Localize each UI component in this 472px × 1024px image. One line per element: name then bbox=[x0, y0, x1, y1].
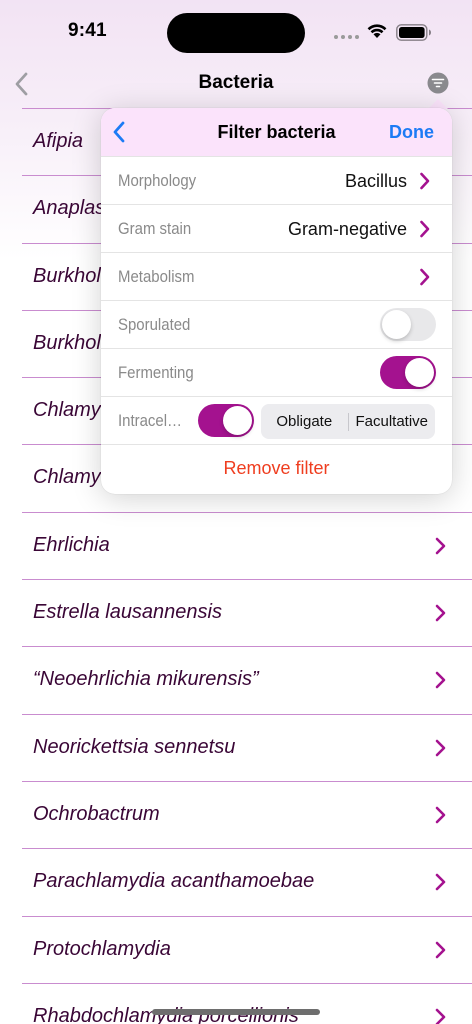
gram-stain-row[interactable]: Gram stain Gram-negative bbox=[101, 204, 452, 252]
dynamic-island bbox=[167, 13, 305, 53]
segment-facultative[interactable]: Facultative bbox=[349, 404, 436, 439]
home-indicator bbox=[152, 1009, 320, 1015]
metabolism-row[interactable]: Metabolism bbox=[101, 252, 452, 300]
list-item-label: Neorickettsia sennetsu bbox=[33, 735, 236, 758]
chevron-right-icon bbox=[435, 873, 446, 891]
chevron-right-icon bbox=[435, 806, 446, 824]
list-item[interactable]: Estrella lausannensis bbox=[22, 579, 472, 646]
chevron-right-icon bbox=[435, 941, 446, 958]
list-item[interactable]: Rhabdochlamydia porcellionis bbox=[22, 982, 472, 1024]
morphology-value: Bacillus bbox=[344, 171, 407, 191]
gram-stain-value: Gram-negative bbox=[287, 219, 407, 239]
toggle-knob bbox=[382, 310, 411, 339]
list-item[interactable]: Parachlamydia acanthamoebae bbox=[22, 848, 472, 915]
filter-icon[interactable] bbox=[427, 72, 449, 94]
toggle-knob bbox=[223, 406, 252, 435]
chevron-right-icon bbox=[435, 739, 446, 756]
status-bar: 9:41 bbox=[0, 0, 472, 64]
status-time: 9:41 bbox=[68, 20, 107, 41]
chevron-right-icon bbox=[435, 537, 446, 555]
fermenting-label: Fermenting bbox=[118, 363, 194, 382]
fermenting-row: Fermenting bbox=[101, 348, 452, 396]
morphology-label: Morphology bbox=[118, 171, 197, 190]
intracellular-toggle[interactable] bbox=[198, 404, 254, 437]
chevron-right-icon bbox=[420, 268, 430, 286]
list-item-label: “Neoehrlichia mikurensis” bbox=[33, 668, 259, 691]
metabolism-label: Metabolism bbox=[118, 267, 195, 286]
sporulated-label: Sporulated bbox=[118, 315, 191, 334]
intracellular-label: Intracel… bbox=[118, 411, 183, 430]
intracellular-row: Intracel… Obligate Facultative bbox=[101, 396, 452, 444]
filter-popover: Filter bacteria Done Morphology Bacillus… bbox=[101, 108, 452, 494]
fermenting-toggle[interactable] bbox=[380, 356, 436, 389]
intracellular-segmented-control: Obligate Facultative bbox=[261, 404, 435, 439]
list-item[interactable]: Neorickettsia sennetsu bbox=[22, 713, 472, 781]
sporulated-row: Sporulated bbox=[101, 300, 452, 348]
battery-icon bbox=[396, 24, 431, 41]
chevron-right-icon bbox=[435, 604, 446, 622]
list-item-label: Estrella lausannensis bbox=[33, 601, 222, 624]
chevron-right-icon bbox=[435, 1008, 446, 1024]
chevron-right-icon bbox=[435, 672, 446, 689]
list-item-label: Ochrobactrum bbox=[33, 802, 160, 825]
list-item[interactable]: Ochrobactrum bbox=[22, 780, 472, 848]
toggle-knob bbox=[405, 358, 434, 387]
morphology-row[interactable]: Morphology Bacillus bbox=[101, 156, 452, 204]
remove-filter-button[interactable]: Remove filter bbox=[101, 458, 452, 479]
gram-stain-label: Gram stain bbox=[118, 219, 192, 238]
list-item-label: Protochlamydia bbox=[33, 937, 171, 960]
sporulated-toggle[interactable] bbox=[380, 308, 436, 341]
wifi-icon bbox=[367, 24, 387, 38]
list-item[interactable]: “Neoehrlichia mikurensis” bbox=[22, 646, 472, 713]
chevron-right-icon bbox=[420, 220, 430, 238]
list-item[interactable]: Ehrlichia bbox=[22, 511, 472, 579]
list-item-label: Afipia bbox=[33, 130, 84, 152]
segment-obligate[interactable]: Obligate bbox=[261, 404, 348, 439]
chevron-right-icon bbox=[420, 172, 430, 190]
nav-title: Bacteria bbox=[198, 72, 274, 93]
signal-dots-icon bbox=[334, 35, 359, 39]
list-item[interactable]: Protochlamydia bbox=[22, 915, 472, 983]
done-button[interactable]: Done bbox=[389, 122, 434, 143]
list-item-label: Ehrlichia bbox=[33, 533, 110, 556]
popover-header: Filter bacteria Done bbox=[101, 108, 452, 156]
list-item-label: Parachlamydia acanthamoebae bbox=[33, 870, 315, 893]
